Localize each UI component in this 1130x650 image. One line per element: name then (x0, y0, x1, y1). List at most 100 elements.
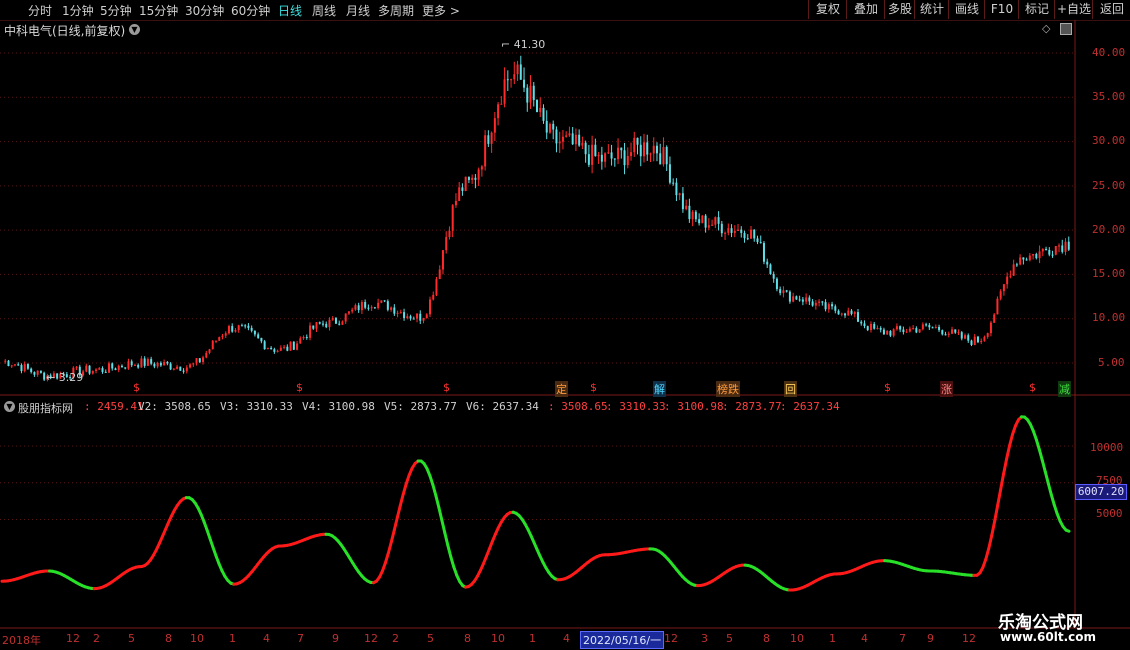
event-marker-dollar[interactable]: $ (443, 381, 450, 394)
candle-body (970, 340, 973, 345)
indicator-segment (1034, 438, 1041, 451)
candle-body (253, 330, 256, 335)
indicator-segment (1049, 492, 1056, 507)
candle-body (124, 367, 127, 369)
y-tick-10: 10.00 (1092, 311, 1126, 324)
candle-body (234, 330, 237, 332)
candle-body (853, 312, 856, 314)
candle-body (328, 319, 331, 328)
candle-body (685, 205, 688, 210)
candle-body (1028, 255, 1031, 261)
candle-body (240, 325, 243, 327)
candle-body (980, 340, 983, 343)
candle-body (925, 324, 928, 326)
ind-y-tick-10000: 10000 (1090, 441, 1124, 454)
candle-body (409, 316, 412, 319)
event-marker-unlock[interactable]: 解 (653, 381, 666, 397)
candle-body (510, 79, 513, 81)
event-marker-dollar[interactable]: $ (884, 381, 891, 394)
indicator-segment (996, 487, 1003, 507)
candle-body (993, 314, 996, 323)
candle-body (908, 328, 911, 332)
y-tick-20: 20.00 (1092, 223, 1126, 236)
candle-body (1002, 284, 1005, 292)
candle-body (341, 321, 344, 325)
candle-body (691, 211, 694, 220)
indicator-v4: V4: 3100.98 (302, 400, 375, 413)
candle-body (662, 146, 665, 165)
candle-body (613, 158, 616, 160)
candle-body (675, 182, 678, 196)
event-marker-dollar[interactable]: $ (296, 381, 303, 394)
candle-body (289, 341, 292, 351)
candle-body (607, 152, 610, 154)
indicator-segment (392, 516, 399, 532)
candle-body (17, 364, 20, 366)
candle-body (156, 362, 159, 367)
chevron-down-icon[interactable]: ▼ (129, 24, 140, 35)
candle-body (947, 333, 950, 335)
candle-body (477, 169, 480, 180)
candle-body (108, 363, 110, 373)
window-toggle-icon[interactable] (1060, 23, 1072, 35)
event-marker-dollar[interactable]: $ (590, 381, 597, 394)
chart-canvas[interactable] (0, 0, 1130, 650)
candle-body (623, 150, 626, 166)
indicator-r3: : 3100.98 (664, 400, 724, 413)
candle-body (779, 289, 782, 294)
diamond-icon[interactable]: ◇ (1042, 22, 1050, 35)
candle-body (568, 133, 571, 136)
x-label: 5 (427, 632, 434, 645)
event-marker-reduce[interactable]: 减 (1058, 381, 1071, 397)
x-label: 5 (128, 632, 135, 645)
candle-body (150, 359, 153, 364)
candle-body (497, 104, 500, 119)
candle-body (782, 290, 785, 294)
candle-body (338, 323, 341, 325)
candle-body (412, 318, 415, 320)
chevron-down-icon[interactable]: ▼ (4, 401, 15, 412)
candle-body (899, 326, 902, 330)
candle-body (850, 310, 853, 314)
candle-body (928, 325, 931, 328)
candle-body (941, 330, 944, 335)
indicator-segment (389, 528, 396, 544)
event-marker-dollar[interactable]: $ (1029, 381, 1036, 394)
candle-body (665, 146, 668, 165)
indicator-name: 股朋指标网 (18, 402, 73, 415)
candle-body (231, 326, 234, 332)
candle-body (545, 120, 548, 133)
event-marker-buyback[interactable]: 回 (784, 381, 797, 397)
candle-body (146, 359, 149, 366)
event-marker-board-drop[interactable]: 榜跌 (716, 381, 740, 397)
candle-body (617, 147, 620, 160)
candle-body (999, 291, 1002, 299)
event-marker-placement[interactable]: 定 (555, 381, 568, 397)
candle-body (889, 331, 892, 336)
candle-body (95, 369, 98, 371)
stock-title: 中科电气(日线,前复权) (4, 24, 126, 38)
candle-body (1015, 264, 1018, 266)
candle-body (43, 372, 46, 380)
x-label: 10 (790, 632, 804, 645)
candle-body (610, 152, 613, 159)
candle-body (788, 291, 791, 302)
candle-body (88, 365, 91, 374)
candle-body (733, 230, 736, 233)
candle-body (1051, 254, 1054, 256)
indicator-r4: : 2873.77 (722, 400, 782, 413)
candle-body (205, 352, 208, 358)
candle-body (192, 363, 195, 365)
candle-body (393, 307, 396, 314)
candle-body (798, 299, 801, 301)
candle-body (360, 302, 363, 311)
candle-body (934, 326, 937, 328)
x-label: 3 (701, 632, 708, 645)
candle-body (571, 133, 574, 145)
candle-body (432, 294, 435, 300)
candle-body (454, 200, 457, 206)
event-marker-rise[interactable]: 涨 (940, 381, 953, 397)
candle-body (639, 144, 642, 157)
event-marker-dollar[interactable]: $ (133, 381, 140, 394)
candle-body (960, 332, 963, 339)
